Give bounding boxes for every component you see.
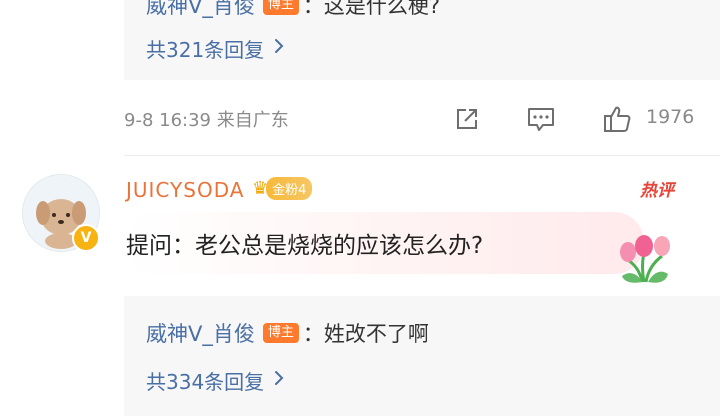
share-icon <box>457 109 477 129</box>
chevron-right-icon <box>274 38 284 59</box>
reply-line: 威神V_肖俊 博主 ：这是什么梗? <box>146 0 440 20</box>
verified-v-icon: V <box>72 224 100 252</box>
reply-line: 威神V_肖俊 博主 ：姓改不了啊 <box>146 318 429 348</box>
fan-badge-label: 金粉4 <box>266 176 313 200</box>
post-meta-row: 9-8 16:39 来自广东 1976 <box>124 104 720 134</box>
avatar[interactable]: V <box>22 174 102 254</box>
reply-count-label: 共321条回复 <box>146 38 265 62</box>
view-replies-link[interactable]: 共321条回复 <box>146 34 284 63</box>
comment-text[interactable]: 提问：老公总是烧烧的应该怎么办? <box>126 226 483 260</box>
chevron-right-icon <box>274 370 284 391</box>
reply-author[interactable]: 威神V_肖俊 <box>146 0 255 20</box>
reply-text: ：姓改不了啊 <box>302 322 429 346</box>
time-location: 9-8 16:39 来自广东 <box>124 110 289 131</box>
username[interactable]: JUICYSODA <box>126 178 244 202</box>
like-count: 1976 <box>646 106 695 128</box>
share-button[interactable] <box>450 104 484 134</box>
tulip-decoration-icon <box>620 235 670 283</box>
blogger-badge: 博主 <box>262 0 299 15</box>
comment-button[interactable] <box>524 104 558 134</box>
divider <box>124 155 720 156</box>
blogger-badge: 博主 <box>262 323 299 343</box>
comment-icon <box>528 108 554 131</box>
thumbs-up-icon <box>604 106 631 132</box>
view-replies-link[interactable]: 共334条回复 <box>146 366 284 395</box>
reply-preview-box: 威神V_肖俊 博主 ：姓改不了啊 共334条回复 <box>124 296 720 416</box>
fan-badge[interactable]: ♛ 金粉4 <box>252 176 313 200</box>
hot-comment-tag: 热评 <box>640 181 674 201</box>
reply-count-label: 共334条回复 <box>146 370 265 394</box>
reply-preview-box: 威神V_肖俊 博主 ：这是什么梗? 共321条回复 <box>124 0 720 80</box>
like-button[interactable] <box>600 104 634 134</box>
reply-author[interactable]: 威神V_肖俊 <box>146 318 255 348</box>
reply-text: ：这是什么梗? <box>302 0 441 18</box>
